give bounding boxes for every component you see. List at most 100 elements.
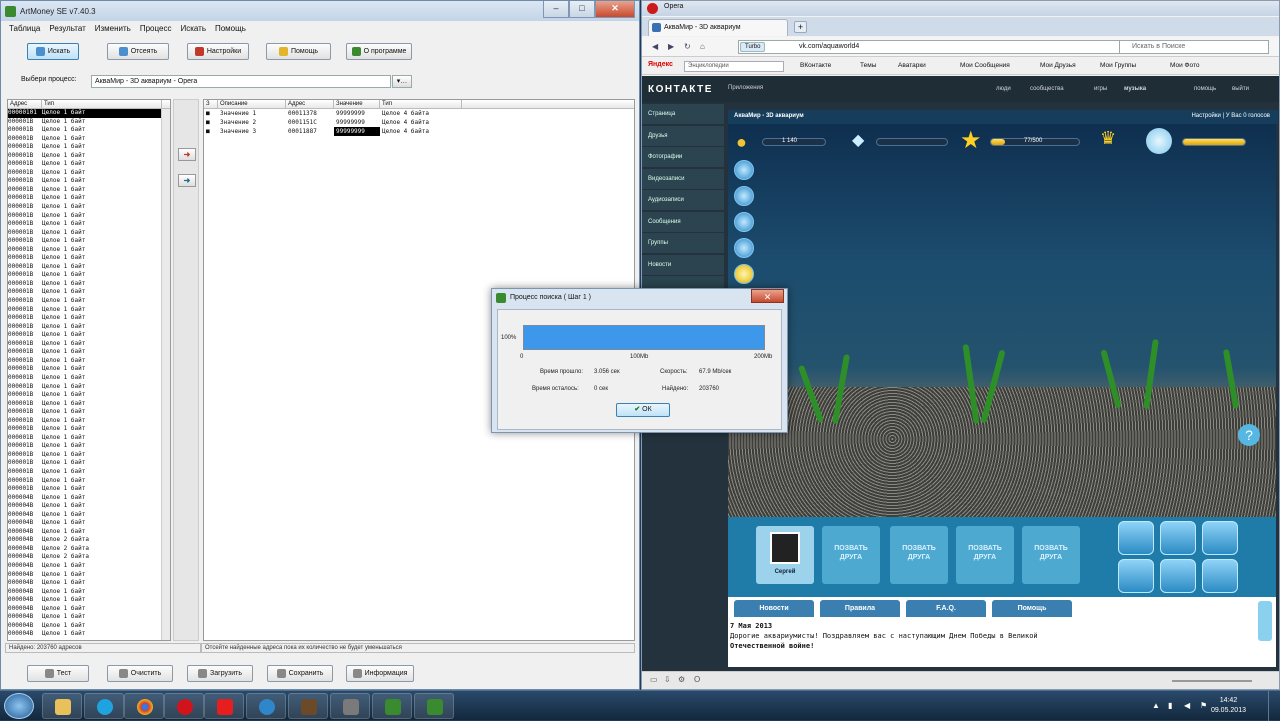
dialog-titlebar[interactable]: Процесс поиска ( Шаг 1 ) ✕ (492, 289, 787, 307)
menu-result[interactable]: Результат (49, 24, 85, 33)
menu-edit[interactable]: Изменить (95, 24, 131, 33)
tab-help[interactable]: Помощь (992, 600, 1072, 617)
save-button[interactable]: Сохранить (267, 665, 333, 682)
invite-friend-button[interactable]: ПОЗВАТЬ ДРУГА (956, 526, 1014, 584)
taskbar-artmoney-dialog[interactable] (414, 693, 454, 719)
download-icon[interactable]: ⇩ (664, 675, 671, 684)
show-desktop-button[interactable] (1268, 691, 1280, 721)
vk-sidebar-item[interactable]: Группы (642, 233, 724, 253)
vk-sidebar-item[interactable]: Страница (642, 104, 724, 124)
taskbar-app[interactable] (246, 693, 286, 719)
yandex-label[interactable]: Яндекс (648, 61, 673, 68)
news-scroll-icon[interactable] (1258, 601, 1272, 641)
taskbar-skype[interactable] (84, 693, 124, 719)
table-row[interactable]: 000001B Целое 1 байт (8, 417, 170, 426)
vk-logo[interactable]: КОНТАКТЕ (648, 84, 713, 95)
table-row[interactable]: ■ Значение 1 00011378 99999999 Целое 4 байта (204, 109, 634, 118)
cursor-icon[interactable] (1118, 521, 1154, 555)
bookmark-messages[interactable]: Мои Сообщения (960, 62, 1010, 69)
load-button[interactable]: Загрузить (187, 665, 253, 682)
table-row[interactable]: 000001B Целое 1 байт (8, 468, 170, 477)
table-row[interactable]: 000001B Целое 1 байт (8, 118, 170, 127)
table-row[interactable]: 000001B Целое 1 байт (8, 169, 170, 178)
vk-link-people[interactable]: люди (996, 86, 1011, 92)
table-row[interactable]: 000001B Целое 1 байт (8, 365, 170, 374)
table-row[interactable]: 000001B Целое 1 байт (8, 288, 170, 297)
found-addresses-table[interactable]: Адрес Тип 00000101 Целое 1 байт 000001B Цел… (7, 99, 171, 641)
tab-faq[interactable]: F.A.Q. (906, 600, 986, 617)
table-row[interactable]: 000004B Целое 1 байт (8, 579, 170, 588)
table-row[interactable]: 000001B Целое 1 байт (8, 194, 170, 203)
table-row[interactable]: 000001B Целое 1 байт (8, 357, 170, 366)
vk-link-games[interactable]: игры (1094, 86, 1107, 92)
table-row[interactable]: 000004B Целое 2 байта (8, 545, 170, 554)
taskbar-media[interactable] (330, 693, 370, 719)
zoom-icon[interactable] (734, 238, 754, 258)
flag-icon[interactable]: ⚑ (1200, 701, 1207, 710)
test-button[interactable]: Тест (27, 665, 89, 682)
table-row[interactable]: 000001B Целое 1 байт (8, 306, 170, 315)
vk-link-communities[interactable]: сообщества (1030, 86, 1064, 92)
column-value[interactable]: Значение (334, 100, 380, 108)
opera-titlebar[interactable]: Opera (642, 1, 1279, 16)
table-row[interactable]: 000001B Целое 1 байт (8, 348, 170, 357)
new-tab-button[interactable]: + (794, 21, 807, 33)
vk-sidebar-item[interactable]: Аудиозаписи (642, 190, 724, 210)
game-settings-link[interactable]: Настройки | У Вас 0 голосов (1191, 113, 1270, 119)
table-row[interactable]: 000004B Целое 1 байт (8, 588, 170, 597)
table-row[interactable]: 000004B Целое 2 байта (8, 553, 170, 562)
table-row[interactable]: 000004B Целое 2 байта (8, 536, 170, 545)
move-icon[interactable] (734, 160, 754, 180)
help-button[interactable]: Помощь (266, 43, 331, 60)
table-row[interactable]: 000001B Целое 1 байт (8, 425, 170, 434)
column-address[interactable]: Адрес (286, 100, 334, 108)
table-row[interactable]: 000001B Целое 1 байт (8, 374, 170, 383)
opera-menu-icon[interactable]: O (694, 675, 700, 684)
table-row[interactable]: 000001B Целое 1 байт (8, 383, 170, 392)
hint-icon[interactable] (734, 264, 754, 284)
aquarium-game[interactable]: ● 1 140 ◆ ★ 77/500 ♛ ? (728, 124, 1276, 517)
invite-friend-button[interactable]: ПОЗВАТЬ ДРУГА (890, 526, 948, 584)
panel-icon[interactable]: ▭ (650, 675, 658, 684)
taskbar-chrome[interactable] (124, 693, 164, 719)
search-field[interactable]: Искать в Поиске (1119, 40, 1269, 54)
column-type[interactable]: Тип (380, 100, 462, 108)
left-table-scrollbar[interactable] (161, 109, 170, 640)
table-row[interactable]: 000001B Целое 1 байт (8, 323, 170, 332)
start-button[interactable] (4, 693, 34, 719)
table-row[interactable]: 000001B Целое 1 байт (8, 485, 170, 494)
vk-link-logout[interactable]: выйти (1232, 86, 1249, 92)
table-row[interactable]: 000001B Целое 1 байт (8, 160, 170, 169)
table-row[interactable]: 000004B Целое 1 байт (8, 528, 170, 537)
invite-friend-button[interactable]: ПОЗВАТЬ ДРУГА (822, 526, 880, 584)
table-row[interactable]: 000004B Целое 1 байт (8, 613, 170, 622)
table-row[interactable]: 000001B Целое 1 байт (8, 143, 170, 152)
table-row[interactable]: ■ Значение 2 0001151C 99999999 Целое 4 байта (204, 118, 634, 127)
taskbar-artmoney[interactable] (372, 693, 412, 719)
column-description[interactable]: Описание (218, 100, 286, 108)
table-row[interactable]: 000001B Целое 1 байт (8, 280, 170, 289)
vk-sidebar-item[interactable]: Видеозаписи (642, 168, 724, 189)
table-row[interactable]: 000004B Целое 1 байт (8, 605, 170, 614)
ok-button[interactable]: ✔ ОК (616, 403, 670, 417)
vk-link-music[interactable]: музыка (1124, 86, 1146, 92)
table-row[interactable]: 000001B Целое 1 байт (8, 391, 170, 400)
tab-aquaworld[interactable]: АкваМир - 3D аквариум (648, 19, 788, 36)
forward-icon[interactable]: ▶ (668, 42, 674, 51)
clear-button[interactable]: Очистить (107, 665, 173, 682)
table-row[interactable]: 000004B Целое 1 байт (8, 502, 170, 511)
bookmark-friends[interactable]: Мои Друзья (1040, 62, 1076, 69)
tab-rules[interactable]: Правила (820, 600, 900, 617)
invite-friend-button[interactable]: ПОЗВАТЬ ДРУГА (1022, 526, 1080, 584)
process-dropdown-button[interactable]: ▾… (392, 75, 412, 88)
tray-expand-icon[interactable]: ▲ (1152, 701, 1160, 710)
table-row[interactable]: 000004B Целое 1 байт (8, 494, 170, 503)
table-row[interactable]: 000001B Целое 1 байт (8, 451, 170, 460)
feed-icon[interactable] (1160, 521, 1196, 555)
vk-sidebar-item[interactable]: Сообщения (642, 211, 724, 232)
table-row[interactable]: 000001B Целое 1 байт (8, 229, 170, 238)
help-icon[interactable]: ? (1238, 424, 1260, 446)
table-row[interactable]: 000001B Целое 1 байт (8, 246, 170, 255)
system-clock[interactable]: 14:42 09.05.2013 (1211, 696, 1246, 716)
table-row[interactable]: 000004B Целое 1 байт (8, 511, 170, 520)
